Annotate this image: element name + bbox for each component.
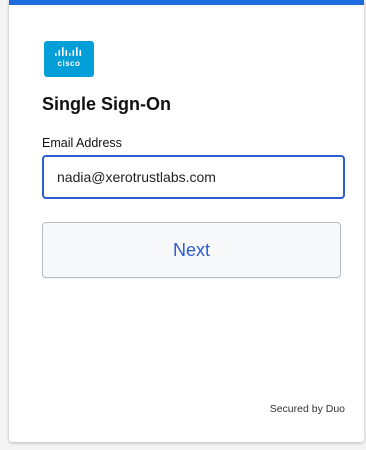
page-title: Single Sign-On bbox=[42, 94, 171, 114]
email-label: Email Address bbox=[42, 136, 122, 150]
cisco-logo-text: cisco bbox=[57, 59, 81, 68]
next-button[interactable]: Next bbox=[42, 222, 341, 278]
cisco-logo: cisco bbox=[44, 41, 94, 77]
page: cisco Single Sign-On Email Address Next … bbox=[0, 0, 366, 450]
accent-bar bbox=[9, 0, 364, 5]
cisco-logo-icon bbox=[55, 47, 82, 56]
email-field[interactable] bbox=[42, 155, 345, 199]
login-card: cisco Single Sign-On Email Address Next … bbox=[9, 0, 364, 442]
secured-by-duo: Secured by Duo bbox=[269, 403, 345, 415]
